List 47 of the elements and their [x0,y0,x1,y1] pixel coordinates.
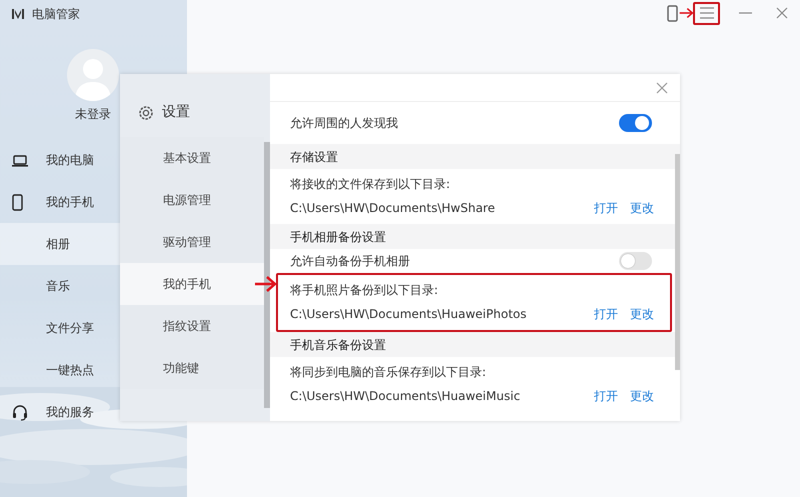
setting-label: 允许周围的人发现我 [290,115,398,132]
phone-button[interactable] [665,4,679,22]
folder-path: C:\Users\HW\Documents\HuaweiPhotos [290,306,527,323]
close-icon [776,7,788,19]
dialog-title: 设置 [162,103,190,122]
settings-icon [138,104,154,120]
minimize-icon [738,12,752,14]
setting-label: 允许自动备份手机相册 [290,253,410,270]
settings-nav-item[interactable]: 我的手机 [120,263,264,305]
folder-path: C:\Users\HW\Documents\HwShare [290,200,495,217]
link[interactable]: 打开 [594,389,618,403]
sidebar-item[interactable]: 相册 [0,223,120,265]
link[interactable]: 打开 [594,201,618,215]
toggle-switch[interactable] [619,252,652,270]
headset-icon [12,404,28,420]
logo-icon [12,8,24,20]
close-button[interactable] [776,7,788,19]
sidebar-item[interactable]: 一键热点 [0,349,120,391]
link[interactable]: 更改 [630,307,654,321]
dialog-close-button[interactable] [656,82,668,94]
setting-label: 将接收的文件保存到以下目录: [290,176,450,193]
section-header: 存储设置 [270,144,680,169]
sidebar-item[interactable]: 音乐 [0,265,120,307]
annotation-arrow [679,6,693,20]
laptop-icon [12,154,28,166]
folder-path: C:\Users\HW\Documents\HuaweiMusic [290,388,520,405]
setting-label: 将同步到电脑的音乐保存到以下目录: [290,364,486,381]
link[interactable]: 打开 [594,307,618,321]
toggle-switch[interactable] [619,114,652,132]
link[interactable]: 更改 [630,201,654,215]
sidebar-item[interactable]: 我的手机 [0,181,120,223]
phone-icon [666,4,678,22]
scrollbar[interactable] [264,142,270,408]
menu-icon [700,7,714,19]
sidebar-item[interactable]: 文件分享 [0,307,120,349]
close-icon [656,82,668,94]
annotation-arrow [254,274,276,294]
scrollbar[interactable] [675,154,680,370]
app-title: 电脑管家 [32,6,80,22]
setting-label: 将手机照片备份到以下目录: [290,282,438,299]
user-name[interactable]: 未登录 [75,105,111,123]
minimize-button[interactable] [738,12,752,14]
phone-icon [12,194,23,210]
menu-button[interactable] [693,2,720,24]
sidebar-item[interactable]: 我的服务 [0,391,120,433]
sidebar-item[interactable]: 我的电脑 [0,139,120,181]
link[interactable]: 更改 [630,389,654,403]
